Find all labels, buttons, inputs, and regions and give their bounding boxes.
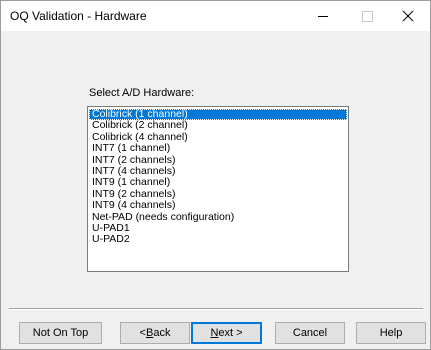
hardware-label: Select A/D Hardware: [89,87,195,99]
maximize-icon [362,10,373,22]
separator [9,308,423,310]
dialog-window: OQ Validation - Hardware Select A/D Hard… [0,0,431,350]
list-item[interactable]: INT9 (4 channels) [89,199,347,211]
help-button[interactable]: Help [356,322,426,344]
list-item[interactable]: U-PAD2 [89,233,347,245]
window-title: OQ Validation - Hardware [10,9,147,23]
minimize-button[interactable] [300,1,345,31]
close-icon [402,10,413,22]
maximize-button [345,1,390,31]
minimize-icon [317,15,328,17]
list-item[interactable]: INT7 (1 channel) [89,142,347,154]
next-button[interactable]: Next > [191,322,262,344]
cancel-button[interactable]: Cancel [275,322,345,344]
close-button[interactable] [385,1,430,31]
title-bar[interactable]: OQ Validation - Hardware [1,1,430,31]
not-on-top-button[interactable]: Not On Top [19,322,102,344]
back-button[interactable]: < Back [120,322,190,344]
hardware-listbox[interactable]: Colibrick (1 channel) Colibrick (2 channe… [87,106,349,272]
